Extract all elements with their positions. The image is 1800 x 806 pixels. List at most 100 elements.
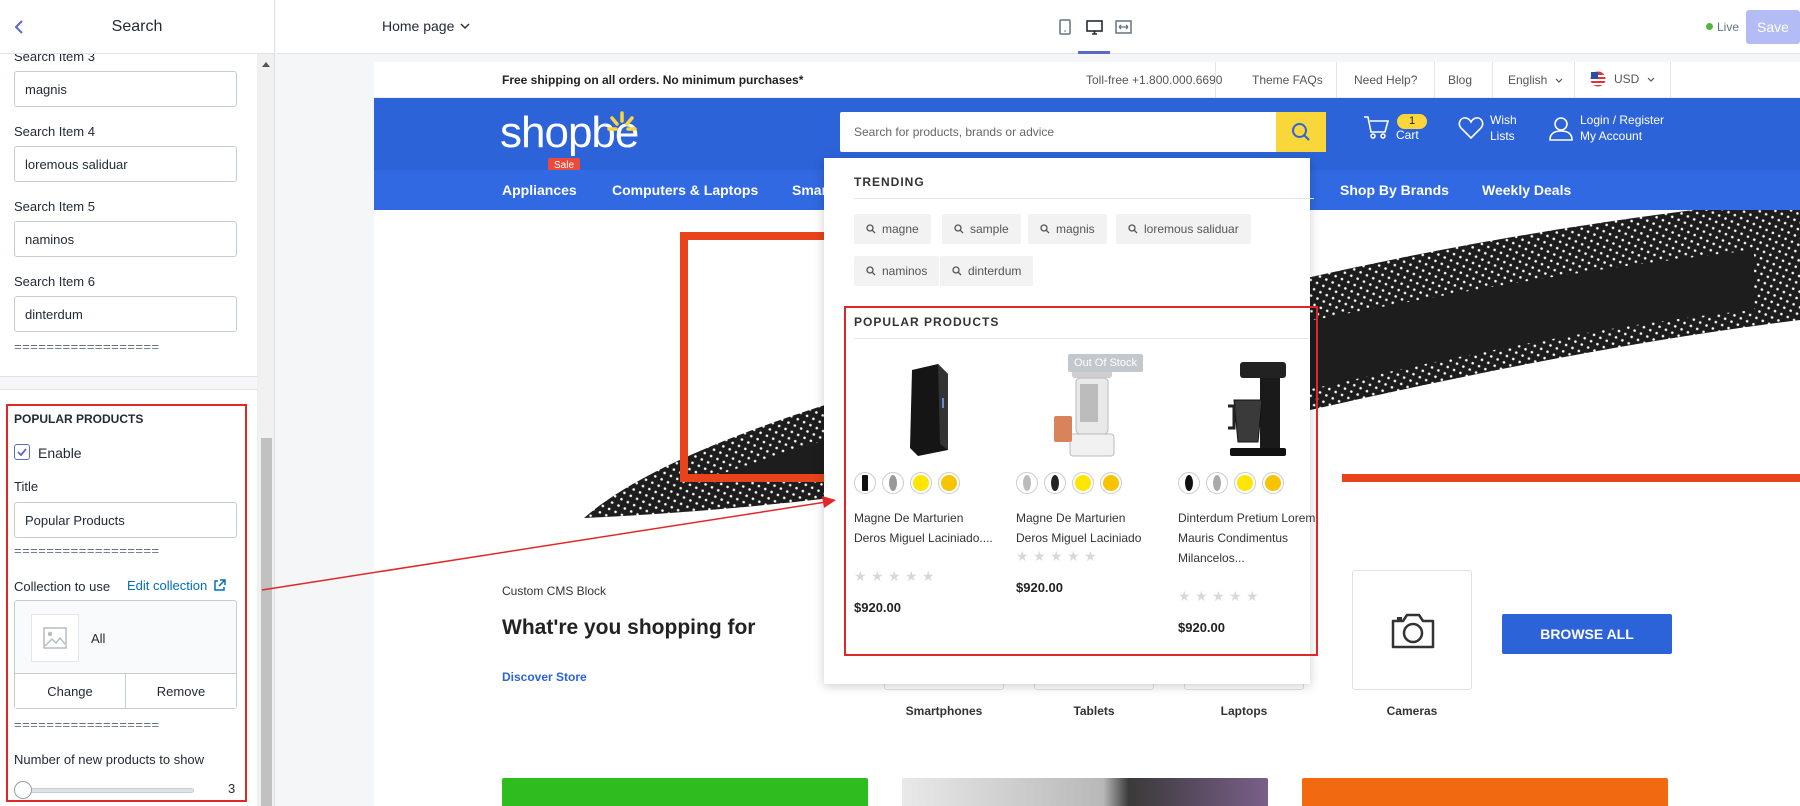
blog-link[interactable]: Blog [1448,73,1472,87]
remove-collection-button[interactable]: Remove [125,674,236,708]
store-search-button[interactable] [1276,112,1326,152]
promo-banner-green[interactable] [502,778,868,806]
sun-logo-icon [607,111,637,131]
search-suggestions-dropdown: TRENDING magne sample magnis loremous sa… [824,158,1318,684]
nav-computers-laptops[interactable]: Computers & Laptops [612,182,758,198]
star-icon: ★ [905,568,918,584]
product-image-coffee-maker [1228,362,1286,456]
category-name[interactable]: Smartphones [884,704,1004,718]
popular-products-dropdown-heading: POPULAR PRODUCTS [854,315,1000,329]
login-register-link[interactable]: Login / Register [1580,113,1664,127]
page-selector[interactable]: Home page [382,18,470,34]
discover-store-link[interactable]: Discover Store [502,670,587,684]
star-icon: ★ [1229,588,1242,604]
user-icon [1549,117,1573,141]
product-count-slider[interactable] [14,780,194,800]
search-item-5-input[interactable]: naminos [14,221,237,257]
star-icon: ★ [1212,588,1225,604]
color-swatch[interactable] [882,472,904,494]
chevron-down-icon [1555,78,1563,83]
theme-faqs-link[interactable]: Theme FAQs [1252,73,1323,87]
trending-tag[interactable]: dinterdum [940,256,1034,286]
change-collection-button[interactable]: Change [15,674,125,708]
color-swatch[interactable] [1072,472,1094,494]
divider [1492,62,1493,98]
product-price: $920.00 [854,600,901,615]
scroll-up-arrow-icon[interactable] [262,62,270,67]
my-account-link[interactable]: My Account [1580,129,1642,143]
back-button[interactable] [6,14,32,40]
product-title[interactable]: Dinterdum Pretium Lorem Mauris Condiment… [1178,508,1318,568]
sidebar-scrollbar[interactable] [257,54,274,806]
color-swatches [854,472,960,494]
promo-banner-gray[interactable] [902,778,1268,806]
trending-tag[interactable]: magnis [1028,214,1107,244]
sidebar-header: Search [0,0,274,54]
nav-shop-by-brands[interactable]: Shop By Brands [1340,182,1449,198]
divider [1434,62,1435,98]
trending-tag[interactable]: naminos [854,256,940,286]
store-search-input[interactable]: Search for products, brands or advice [854,125,1054,139]
title-input[interactable]: Popular Products [14,502,237,538]
section-divider [0,376,258,390]
color-swatch[interactable] [910,472,932,494]
color-swatch[interactable] [938,472,960,494]
slider-handle[interactable] [14,781,32,799]
edit-collection-link[interactable]: Edit collection [127,578,226,593]
category-name[interactable]: Laptops [1184,704,1304,718]
product-title[interactable]: Magne De Marturien Deros Miguel Laciniad… [854,508,994,548]
trending-tag[interactable]: loremous saliduar [1116,214,1251,244]
color-swatch[interactable] [1044,472,1066,494]
nav-weekly-deals[interactable]: Weekly Deals [1482,182,1571,198]
trending-tag[interactable]: magne [854,214,931,244]
nav-appliances[interactable]: Appliances [502,182,577,198]
trending-tag-label: loremous saliduar [1144,222,1239,236]
color-swatch[interactable] [1206,472,1228,494]
scrollbar-thumb[interactable] [261,438,272,806]
currency-label: USD [1614,72,1640,86]
color-swatch[interactable] [854,472,876,494]
account-button[interactable]: Login / Register My Account [1548,112,1664,144]
search-item-5-label: Search Item 5 [14,199,95,214]
search-item-4-input[interactable]: loremous saliduar [14,146,237,182]
category-tile-cameras[interactable] [1352,570,1472,690]
divider [1670,62,1671,98]
color-swatch[interactable] [1100,472,1122,494]
fullscreen-view-button[interactable] [1110,14,1136,40]
trending-tag-label: sample [970,222,1009,236]
star-icon: ★ [1195,588,1208,604]
save-button[interactable]: Save [1746,10,1800,44]
category-name[interactable]: Tablets [1034,704,1154,718]
chevron-left-icon [14,20,23,34]
search-icon [866,224,876,234]
promo-banner-orange[interactable] [1302,778,1668,806]
nav-smartphones[interactable]: Smar [792,182,827,198]
desktop-view-button[interactable] [1081,14,1107,40]
enable-checkbox[interactable] [14,444,30,460]
us-flag-icon [1590,71,1606,87]
star-icon: ★ [922,568,935,584]
rating-stars: ★ ★ ★ ★ ★ [854,568,935,584]
wishlist-button[interactable]: Wish Lists [1458,112,1517,144]
category-name[interactable]: Cameras [1352,704,1472,718]
account-label: Login / Register My Account [1580,112,1664,144]
color-swatch[interactable] [1262,472,1284,494]
trending-tag[interactable]: sample [942,214,1021,244]
color-swatch[interactable] [1016,472,1038,494]
star-icon: ★ [1016,548,1029,564]
mobile-view-button[interactable] [1052,14,1078,40]
browse-all-button[interactable]: BROWSE ALL [1502,614,1672,654]
separator: ================== [14,717,160,732]
divider [854,338,1308,339]
store-search-bar[interactable]: Search for products, brands or advice [840,112,1326,152]
search-item-6-input[interactable]: dinterdum [14,296,237,332]
need-help-link[interactable]: Need Help? [1354,73,1417,87]
color-swatch[interactable] [1178,472,1200,494]
language-select[interactable]: English [1508,73,1563,87]
product-title[interactable]: Magne De Marturien Deros Miguel Laciniad… [1016,508,1156,548]
currency-select[interactable]: USD [1590,71,1655,87]
page-selector-label: Home page [382,18,455,34]
divider [1215,62,1216,98]
search-item-3-input[interactable]: magnis [14,71,237,107]
color-swatch[interactable] [1234,472,1256,494]
